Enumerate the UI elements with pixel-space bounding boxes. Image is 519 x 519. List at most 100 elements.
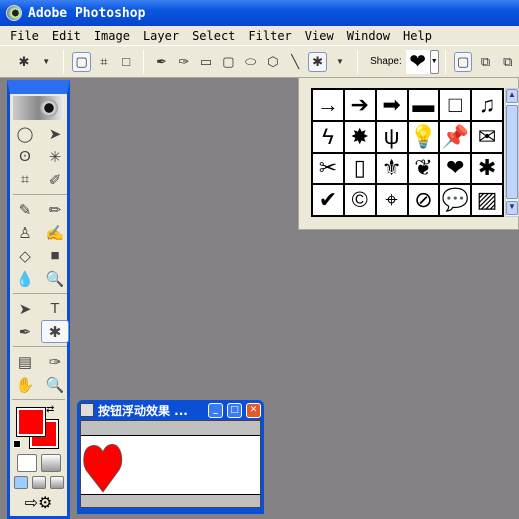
- scroll-up-button[interactable]: ▲: [506, 89, 518, 103]
- document-icon: [80, 403, 94, 417]
- blur-tool[interactable]: 💧: [11, 267, 39, 290]
- menu-help[interactable]: Help: [403, 29, 432, 43]
- photoshop-logo[interactable]: [13, 96, 64, 120]
- maximize-button[interactable]: □: [227, 402, 242, 418]
- rectangle-button[interactable]: ▭: [197, 52, 215, 72]
- standard-screen-button[interactable]: [13, 476, 28, 489]
- app-title-bar: Adobe Photoshop: [0, 0, 519, 26]
- shape-cell[interactable]: ✂: [313, 153, 343, 184]
- shape-cell[interactable]: ϟ: [313, 121, 343, 152]
- menu-image[interactable]: Image: [94, 29, 130, 43]
- foreground-color-swatch[interactable]: [16, 407, 46, 437]
- shape-cell[interactable]: 📌: [440, 121, 471, 152]
- heart-shape: [83, 444, 123, 493]
- slice-tool[interactable]: ✐: [41, 168, 69, 191]
- document-canvas[interactable]: [81, 435, 260, 495]
- shape-cell[interactable]: ➡: [376, 90, 407, 120]
- freeform-pen-button[interactable]: ✑: [175, 52, 193, 72]
- shape-cell[interactable]: ✱: [472, 153, 502, 184]
- shape-cell[interactable]: ✸: [344, 121, 375, 152]
- custom-shape-tool[interactable]: ✱: [41, 320, 69, 343]
- eyedropper-tool[interactable]: ✑: [41, 350, 69, 373]
- clone-stamp-tool[interactable]: ♙: [11, 221, 39, 244]
- scroll-down-button[interactable]: ▼: [506, 201, 518, 215]
- polygon-button[interactable]: ⬡: [264, 52, 282, 72]
- healing-brush-tool[interactable]: ✎: [11, 198, 39, 221]
- chevron-down-icon[interactable]: ▼: [331, 52, 349, 72]
- menu-window[interactable]: Window: [347, 29, 390, 43]
- zoom-tool[interactable]: 🔍: [41, 373, 69, 396]
- default-colors-icon[interactable]: [13, 440, 21, 448]
- photoshop-icon: [6, 5, 22, 21]
- scroll-thumb[interactable]: [506, 105, 518, 199]
- menu-file[interactable]: File: [10, 29, 39, 43]
- menu-filter[interactable]: Filter: [248, 29, 291, 43]
- shape-cell[interactable]: ✔: [313, 185, 343, 215]
- shape-cell[interactable]: ▯: [344, 153, 375, 184]
- quick-mask-button[interactable]: [40, 454, 61, 472]
- shape-cell[interactable]: ➔: [344, 90, 375, 120]
- menu-layer[interactable]: Layer: [143, 29, 179, 43]
- shape-cell[interactable]: ✉: [472, 121, 502, 152]
- menu-select[interactable]: Select: [192, 29, 235, 43]
- dodge-tool[interactable]: 🔍: [41, 267, 69, 290]
- custom-shape-button[interactable]: ✱: [308, 51, 327, 72]
- shape-picker-scrollbar[interactable]: ▲ ▼: [505, 88, 519, 217]
- add-to-area-button[interactable]: ⧉: [476, 52, 494, 72]
- full-screen-button[interactable]: [49, 476, 64, 489]
- marquee-tool[interactable]: ◯: [11, 122, 39, 145]
- tool-preset-picker[interactable]: ✱: [15, 52, 33, 72]
- subtract-area-button[interactable]: ⧉: [499, 52, 517, 72]
- gradient-tool[interactable]: ■: [41, 244, 69, 267]
- jump-to-imageready-icon[interactable]: ⇨⚙: [25, 493, 53, 513]
- shape-cell[interactable]: 💡: [408, 121, 439, 152]
- type-tool[interactable]: T: [41, 297, 69, 320]
- rounded-rectangle-button[interactable]: ▢: [219, 52, 237, 72]
- shape-cell[interactable]: ψ: [376, 121, 407, 152]
- shape-cell[interactable]: ❦: [408, 153, 439, 184]
- swap-colors-icon[interactable]: ⇄: [46, 404, 54, 415]
- notes-tool[interactable]: ▤: [11, 350, 39, 373]
- full-screen-menu-button[interactable]: [31, 476, 46, 489]
- path-selection-tool[interactable]: ➤: [11, 297, 39, 320]
- history-brush-tool[interactable]: ✍: [41, 221, 69, 244]
- crop-tool[interactable]: ⌗: [11, 168, 39, 191]
- shape-cell[interactable]: □: [440, 90, 471, 120]
- shape-cell[interactable]: 💬: [440, 185, 471, 215]
- shape-cell[interactable]: ⊘: [408, 185, 439, 215]
- close-button[interactable]: ✕: [246, 402, 261, 418]
- shape-cell[interactable]: ⚜: [376, 153, 407, 184]
- shape-layers-button[interactable]: ▢: [72, 51, 91, 72]
- eraser-tool[interactable]: ◇: [11, 244, 39, 267]
- ellipse-button[interactable]: ⬭: [242, 52, 260, 72]
- hand-tool[interactable]: ✋: [11, 373, 39, 396]
- menu-view[interactable]: View: [305, 29, 334, 43]
- lasso-tool[interactable]: ʘ: [11, 145, 39, 168]
- pen-tool-button[interactable]: ✒: [152, 52, 170, 72]
- create-new-layer-button[interactable]: ▢: [453, 51, 473, 72]
- menu-bar: File Edit Image Layer Select Filter View…: [0, 26, 519, 45]
- brush-tool[interactable]: ✏: [41, 198, 69, 221]
- paths-button[interactable]: ⌗: [95, 52, 113, 72]
- magic-wand-tool[interactable]: ✳: [41, 145, 69, 168]
- shape-cell[interactable]: ❤: [440, 153, 471, 184]
- shape-cell[interactable]: ▬: [408, 90, 439, 120]
- shape-cell[interactable]: →: [313, 90, 343, 120]
- pen-tool[interactable]: ✒: [11, 320, 39, 343]
- document-window: 按钮浮动效果 ... _ □ ✕: [77, 400, 264, 514]
- shape-cell[interactable]: ♫: [472, 90, 502, 120]
- standard-mode-button[interactable]: [16, 454, 37, 472]
- shape-cell[interactable]: ©: [344, 185, 375, 215]
- move-tool[interactable]: ➤: [41, 122, 69, 145]
- line-button[interactable]: ╲: [286, 52, 304, 72]
- minimize-button[interactable]: _: [208, 402, 223, 418]
- shape-cell[interactable]: ▨: [472, 185, 502, 215]
- menu-edit[interactable]: Edit: [52, 29, 81, 43]
- shape-cell[interactable]: ⌖: [376, 185, 407, 215]
- shape-grid: → ➔ ➡ ▬ □ ♫ ϟ ✸ ψ 💡 📌 ✉ ✂ ▯ ⚜ ❦ ❤ ✱ ✔ © ⌖ ⊘ 💬 ▨: [311, 88, 504, 217]
- shape-preview[interactable]: ❤: [405, 49, 430, 74]
- chevron-down-icon[interactable]: ▼: [37, 52, 55, 72]
- shape-dropdown-button[interactable]: ▼: [429, 49, 439, 74]
- fill-pixels-button[interactable]: □: [117, 52, 135, 72]
- shape-picker-panel: → ➔ ➡ ▬ □ ♫ ϟ ✸ ψ 💡 📌 ✉ ✂ ▯ ⚜ ❦ ❤ ✱ ✔ © ⌖ ⊘ 💬 ▨ ▲ ▼: [298, 78, 519, 230]
